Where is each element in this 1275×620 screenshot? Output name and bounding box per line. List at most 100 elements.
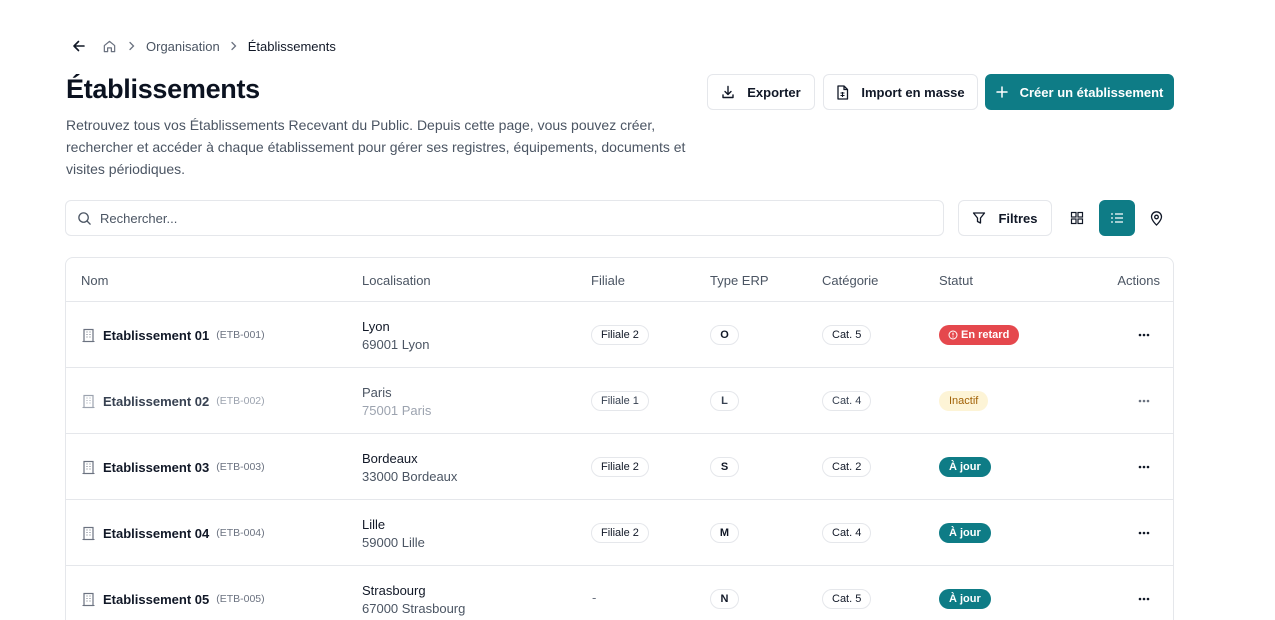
category-badge: Cat. 4	[822, 523, 872, 543]
establishment-code: (ETB-003)	[216, 461, 265, 473]
row-name-cell: Etablissement 04 (ETB-004)	[81, 500, 265, 566]
location-cell: Strasbourg 67000 Strasbourg	[362, 582, 465, 618]
status-badge: À jour	[939, 457, 991, 477]
establishment-name[interactable]: Etablissement 04	[103, 526, 209, 541]
status-label: À jour	[949, 593, 981, 605]
erp-type-badge: L	[710, 391, 739, 411]
establishment-code: (ETB-002)	[216, 395, 265, 407]
row-name-cell: Etablissement 05 (ETB-005)	[81, 566, 265, 620]
zip-city: 59000 Lille	[362, 535, 425, 550]
col-location: Localisation	[362, 273, 431, 288]
establishment-code: (ETB-001)	[216, 329, 265, 341]
home-icon[interactable]	[100, 37, 118, 55]
establishment-name[interactable]: Etablissement 01	[103, 328, 209, 343]
building-icon	[81, 394, 96, 409]
more-actions-icon[interactable]	[1132, 523, 1156, 543]
col-erp-type: Type ERP	[710, 273, 769, 288]
status-label: En retard	[961, 329, 1010, 341]
establishment-name[interactable]: Etablissement 03	[103, 460, 209, 475]
status-badge: À jour	[939, 589, 991, 609]
filters-button[interactable]: Filtres	[958, 200, 1052, 236]
branch-badge: Filiale 2	[591, 523, 649, 543]
zip-city: 67000 Strasbourg	[362, 601, 466, 616]
row-name-cell: Etablissement 01 (ETB-001)	[81, 302, 265, 368]
zip-city: 69001 Lyon	[362, 337, 430, 352]
status-badge: En retard	[939, 325, 1020, 345]
grid-icon	[1070, 211, 1084, 225]
table-row[interactable]: Etablissement 05 (ETB-005) Strasbourg 67…	[66, 566, 1173, 620]
location-cell: Bordeaux 33000 Bordeaux	[362, 450, 457, 486]
status-badge: Inactif	[939, 391, 989, 411]
map-pin-icon	[1150, 210, 1163, 226]
import-button[interactable]: Import en masse	[823, 74, 978, 110]
more-actions-icon[interactable]	[1132, 457, 1156, 477]
export-label: Exporter	[747, 84, 801, 100]
city: Lille	[362, 517, 386, 532]
table-row[interactable]: Etablissement 04 (ETB-004) Lille 59000 L…	[66, 500, 1173, 566]
branch-badge: Filiale 1	[591, 391, 649, 411]
erp-type-badge: O	[710, 325, 739, 345]
page-description: Retrouvez tous vos Établissements Receva…	[66, 117, 686, 177]
erp-type-badge: S	[710, 457, 739, 477]
establishment-code: (ETB-004)	[216, 527, 265, 539]
establishment-code: (ETB-005)	[216, 593, 265, 605]
row-name-cell: Etablissement 03 (ETB-003)	[81, 434, 265, 500]
page-title: Établissements	[66, 74, 260, 104]
building-icon	[81, 460, 96, 475]
building-icon	[81, 592, 96, 607]
chevron-right-icon	[230, 41, 238, 51]
col-category: Catégorie	[822, 273, 879, 288]
location-cell: Lille 59000 Lille	[362, 516, 425, 552]
search-input[interactable]	[100, 210, 900, 226]
more-actions-icon[interactable]	[1132, 589, 1156, 609]
back-arrow-icon[interactable]	[70, 37, 88, 55]
branch-badge: Filiale 2	[591, 325, 649, 345]
location-cell: Paris 75001 Paris	[362, 384, 431, 420]
filters-label: Filtres	[998, 210, 1038, 226]
city: Strasbourg	[362, 583, 426, 598]
export-button[interactable]: Exporter	[707, 74, 815, 110]
list-icon	[1110, 211, 1124, 225]
col-branch: Filiale	[591, 273, 625, 288]
building-icon	[81, 526, 96, 541]
city: Lyon	[362, 319, 390, 334]
table-row[interactable]: Etablissement 02 (ETB-002) Paris 75001 P…	[66, 368, 1173, 434]
chevron-right-icon	[128, 41, 136, 51]
status-label: À jour	[949, 461, 981, 473]
branch-empty: -	[592, 590, 597, 605]
establishment-name[interactable]: Etablissement 05	[103, 592, 209, 607]
list-view-button[interactable]	[1099, 200, 1135, 236]
category-badge: Cat. 2	[822, 457, 872, 477]
city: Paris	[362, 385, 392, 400]
building-icon	[81, 328, 96, 343]
breadcrumb-current: Établissements	[247, 38, 336, 54]
status-badge: À jour	[939, 523, 991, 543]
filter-icon	[972, 211, 986, 225]
more-actions-icon[interactable]	[1132, 325, 1156, 345]
category-badge: Cat. 5	[822, 325, 872, 345]
establishment-name[interactable]: Etablissement 02	[103, 394, 209, 409]
table-row[interactable]: Etablissement 03 (ETB-003) Bordeaux 3300…	[66, 434, 1173, 500]
zip-city: 75001 Paris	[362, 403, 432, 418]
search-box	[65, 200, 944, 236]
download-icon	[721, 85, 735, 99]
grid-view-button[interactable]	[1059, 200, 1095, 236]
col-name: Nom	[81, 273, 109, 288]
import-label: Import en masse	[861, 84, 965, 100]
row-name-cell: Etablissement 02 (ETB-002)	[81, 368, 265, 434]
zip-city: 33000 Bordeaux	[362, 469, 458, 484]
alert-circle-icon	[948, 330, 958, 340]
status-label: À jour	[949, 527, 981, 539]
breadcrumb: Organisation Établissements	[70, 36, 336, 56]
create-establishment-button[interactable]: Créer un établissement	[985, 74, 1174, 110]
establishments-table: Nom Localisation Filiale Type ERP Catégo…	[65, 257, 1174, 620]
breadcrumb-organisation[interactable]: Organisation	[146, 39, 220, 54]
table-row[interactable]: Etablissement 01 (ETB-001) Lyon 69001 Ly…	[66, 302, 1173, 368]
status-label: Inactif	[949, 395, 979, 407]
map-view-button[interactable]	[1138, 200, 1174, 236]
plus-icon	[995, 86, 1008, 98]
erp-type-badge: M	[710, 523, 739, 543]
location-cell: Lyon 69001 Lyon	[362, 318, 429, 354]
city: Bordeaux	[362, 451, 418, 466]
more-actions-icon[interactable]	[1132, 391, 1156, 411]
